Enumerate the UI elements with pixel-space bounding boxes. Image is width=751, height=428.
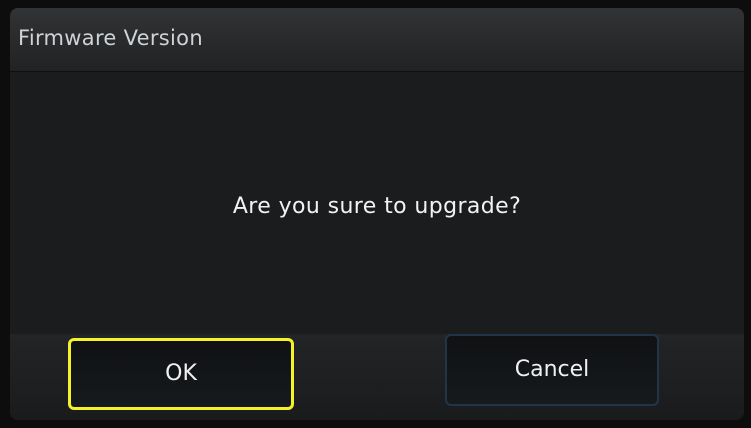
cancel-button[interactable]: Cancel [445,334,659,406]
upgrade-confirmation-message: Are you sure to upgrade? [232,194,522,219]
dialog-title-bar: Firmware Version [10,8,744,72]
dialog-message-area: Are you sure to upgrade? [10,72,744,334]
dialog-title: Firmware Version [18,26,203,50]
ok-button[interactable]: OK [68,338,294,410]
